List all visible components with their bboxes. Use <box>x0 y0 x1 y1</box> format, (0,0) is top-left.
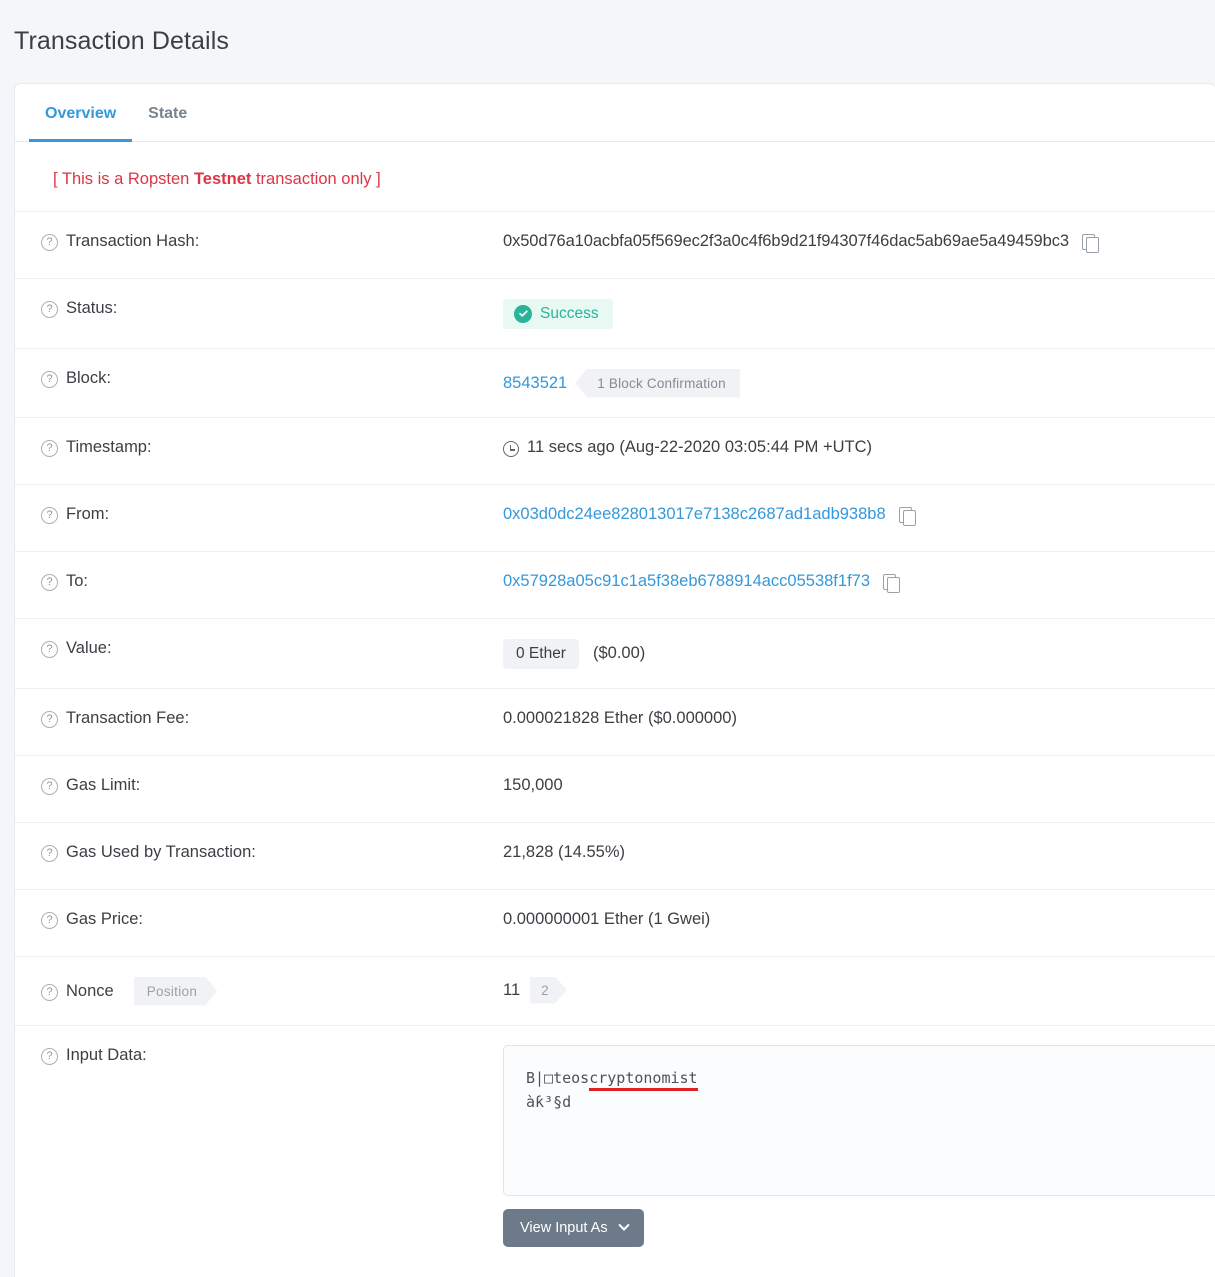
transaction-details-page: Transaction Details Overview State [ Thi… <box>0 17 1215 1277</box>
row-gas-used: ? Gas Used by Transaction: 21,828 (14.55… <box>15 822 1215 889</box>
transaction-hash-text: 0x50d76a10acbfa05f569ec2f3a0c4f6b9d21f94… <box>503 232 1069 251</box>
testnet-notice: [ This is a Ropsten Testnet transaction … <box>15 142 1215 211</box>
from-address-link[interactable]: 0x03d0dc24ee828013017e7138c2687ad1adb938… <box>503 505 886 524</box>
tab-overview[interactable]: Overview <box>29 87 132 142</box>
ether-amount-chip: 0 Ether <box>503 639 579 669</box>
row-block: ? Block: 8543521 1 Block Confirmation <box>15 348 1215 417</box>
label-transaction-fee: ? Transaction Fee: <box>41 708 503 728</box>
label-gas-used: ? Gas Used by Transaction: <box>41 842 503 862</box>
label-text: Block: <box>66 369 111 388</box>
row-timestamp: ? Timestamp: 11 secs ago (Aug-22-2020 03… <box>15 417 1215 484</box>
label-block: ? Block: <box>41 368 503 388</box>
label-text: Timestamp: <box>66 438 152 457</box>
input-data-line2: àƙ³§d <box>526 1093 571 1111</box>
value-transaction-fee: 0.000021828 Ether ($0.000000) <box>503 708 1215 728</box>
input-data-line1-prefix: B|□teos <box>526 1069 589 1087</box>
nonce-value-text: 11 <box>503 981 520 1000</box>
help-icon[interactable]: ? <box>41 778 58 795</box>
help-icon[interactable]: ? <box>41 301 58 318</box>
page-title: Transaction Details <box>0 17 1215 66</box>
row-from: ? From: 0x03d0dc24ee828013017e7138c2687a… <box>15 484 1215 551</box>
label-status: ? Status: <box>41 298 503 318</box>
label-text: Gas Used by Transaction: <box>66 843 256 862</box>
label-text: Gas Limit: <box>66 776 140 795</box>
label-gas-limit: ? Gas Limit: <box>41 775 503 795</box>
label-text: Transaction Hash: <box>66 232 199 251</box>
help-icon[interactable]: ? <box>41 912 58 929</box>
label-to: ? To: <box>41 571 503 591</box>
row-gas-limit: ? Gas Limit: 150,000 <box>15 755 1215 822</box>
help-icon[interactable]: ? <box>41 641 58 658</box>
label-from: ? From: <box>41 504 503 524</box>
help-icon[interactable]: ? <box>41 984 58 1001</box>
row-nonce: ? Nonce Position 11 2 <box>15 956 1215 1025</box>
copy-icon[interactable] <box>883 574 900 593</box>
position-tag: Position <box>134 977 217 1006</box>
timestamp-text: 11 secs ago (Aug-22-2020 03:05:44 PM +UT… <box>527 438 872 457</box>
label-text: Input Data: <box>66 1046 147 1065</box>
clock-icon <box>503 441 519 457</box>
label-text: Nonce <box>66 982 114 1001</box>
testnet-notice-emphasis: Testnet <box>194 170 251 188</box>
transaction-card: Overview State [ This is a Ropsten Testn… <box>14 83 1215 1277</box>
row-value-field: ? Value: 0 Ether ($0.00) <box>15 618 1215 688</box>
value-nonce: 11 2 <box>503 976 1215 1004</box>
help-icon[interactable]: ? <box>41 711 58 728</box>
label-text: To: <box>66 572 88 591</box>
label-gas-price: ? Gas Price: <box>41 909 503 929</box>
label-input-data: ? Input Data: <box>41 1045 503 1065</box>
value-status: Success <box>503 298 1215 329</box>
row-transaction-fee: ? Transaction Fee: 0.000021828 Ether ($0… <box>15 688 1215 755</box>
row-transaction-hash: ? Transaction Hash: 0x50d76a10acbfa05f56… <box>15 211 1215 278</box>
value-gas-price: 0.000000001 Ether (1 Gwei) <box>503 909 1215 929</box>
status-text: Success <box>540 305 599 323</box>
help-icon[interactable]: ? <box>41 234 58 251</box>
input-data-wrapper: B|□teoscryptonomist àƙ³§d View Input As <box>503 1045 1215 1247</box>
label-text: Transaction Fee: <box>66 709 189 728</box>
value-gas-used: 21,828 (14.55%) <box>503 842 1215 862</box>
row-to: ? To: 0x57928a05c91c1a5f38eb6788914acc05… <box>15 551 1215 618</box>
check-circle-icon <box>514 305 532 323</box>
position-value-tag: 2 <box>530 977 567 1004</box>
to-address-link[interactable]: 0x57928a05c91c1a5f38eb6788914acc05538f1f… <box>503 572 870 591</box>
value-block: 8543521 1 Block Confirmation <box>503 368 1215 398</box>
help-icon[interactable]: ? <box>41 1048 58 1065</box>
value-from: 0x03d0dc24ee828013017e7138c2687ad1adb938… <box>503 504 1215 524</box>
value-transaction-hash: 0x50d76a10acbfa05f569ec2f3a0c4f6b9d21f94… <box>503 231 1215 251</box>
label-value: ? Value: <box>41 638 503 658</box>
help-icon[interactable]: ? <box>41 574 58 591</box>
row-input-data: ? Input Data: B|□teoscryptonomist àƙ³§d … <box>15 1025 1215 1277</box>
value-timestamp: 11 secs ago (Aug-22-2020 03:05:44 PM +UT… <box>503 437 1215 457</box>
tab-state[interactable]: State <box>132 87 203 142</box>
help-icon[interactable]: ? <box>41 845 58 862</box>
testnet-notice-prefix: [ This is a Ropsten <box>53 170 194 188</box>
block-number-link[interactable]: 8543521 <box>503 374 567 393</box>
copy-icon[interactable] <box>899 507 916 526</box>
usd-value-text: ($0.00) <box>593 644 645 663</box>
input-data-line1-underlined: cryptonomist <box>589 1069 697 1091</box>
row-status: ? Status: Success <box>15 278 1215 348</box>
row-gas-price: ? Gas Price: 0.000000001 Ether (1 Gwei) <box>15 889 1215 956</box>
copy-icon[interactable] <box>1082 234 1099 253</box>
help-icon[interactable]: ? <box>41 507 58 524</box>
chevron-down-icon <box>618 1219 629 1230</box>
label-text: From: <box>66 505 109 524</box>
testnet-notice-suffix: transaction only ] <box>251 170 380 188</box>
label-timestamp: ? Timestamp: <box>41 437 503 457</box>
tab-bar: Overview State <box>15 84 1215 142</box>
label-text: Value: <box>66 639 112 658</box>
value-to: 0x57928a05c91c1a5f38eb6788914acc05538f1f… <box>503 571 1215 591</box>
value-gas-limit: 150,000 <box>503 775 1215 795</box>
input-data-textarea[interactable]: B|□teoscryptonomist àƙ³§d <box>503 1045 1215 1196</box>
help-icon[interactable]: ? <box>41 371 58 388</box>
block-confirmation-badge: 1 Block Confirmation <box>575 369 740 398</box>
label-transaction-hash: ? Transaction Hash: <box>41 231 503 251</box>
label-nonce: ? Nonce Position <box>41 976 503 1006</box>
label-text: Gas Price: <box>66 910 143 929</box>
label-text: Status: <box>66 299 117 318</box>
status-badge: Success <box>503 299 613 329</box>
value-amount: 0 Ether ($0.00) <box>503 638 1215 669</box>
help-icon[interactable]: ? <box>41 440 58 457</box>
